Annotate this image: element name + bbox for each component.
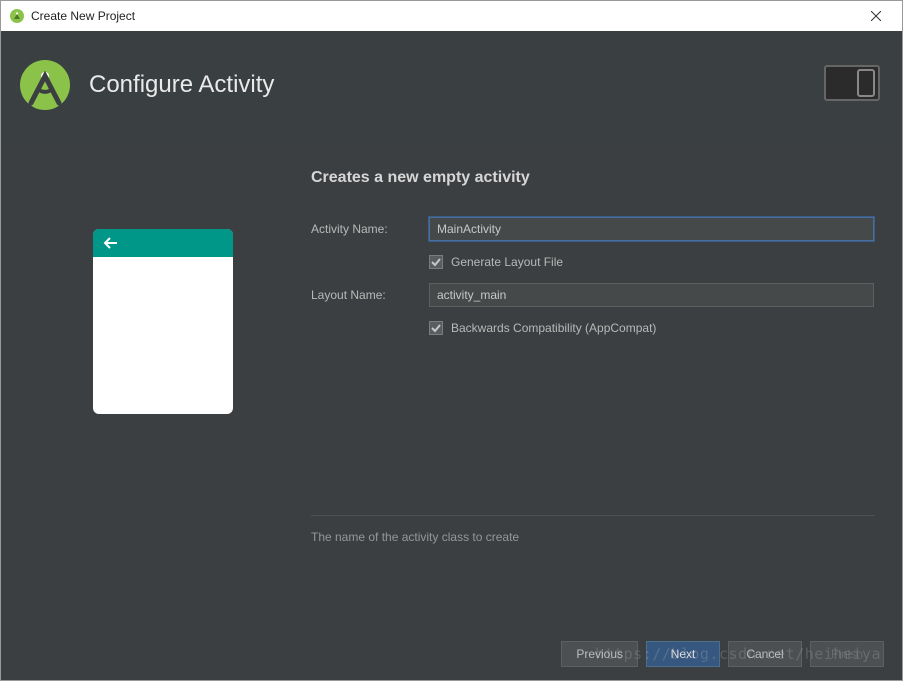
titlebar: Create New Project [1, 1, 902, 31]
check-icon [431, 323, 441, 333]
window-title: Create New Project [31, 9, 853, 23]
previous-button[interactable]: Previous [561, 641, 638, 667]
activity-name-label: Activity Name: [311, 222, 429, 236]
layout-name-label: Layout Name: [311, 288, 429, 302]
preview-appbar [93, 229, 233, 257]
window-close-button[interactable] [853, 2, 898, 30]
help-text: The name of the activity class to create [311, 530, 874, 544]
activity-preview [93, 229, 233, 414]
wizard-footer: Previous Next Cancel Finish [1, 628, 902, 680]
next-button[interactable]: Next [646, 641, 720, 667]
finish-button: Finish [810, 641, 884, 667]
cancel-button[interactable]: Cancel [728, 641, 802, 667]
close-icon [871, 11, 881, 21]
backwards-compat-checkbox[interactable] [429, 321, 443, 335]
check-icon [431, 257, 441, 267]
device-icon [824, 65, 880, 106]
layout-name-input[interactable] [429, 283, 874, 307]
app-icon [9, 8, 25, 24]
page-title: Configure Activity [89, 71, 824, 99]
android-studio-logo-icon [19, 59, 71, 111]
generate-layout-label: Generate Layout File [451, 255, 563, 269]
divider [311, 515, 874, 516]
section-title: Creates a new empty activity [311, 169, 874, 187]
wizard-header: Configure Activity [1, 31, 902, 139]
backwards-compat-label: Backwards Compatibility (AppCompat) [451, 321, 656, 335]
activity-name-input[interactable] [429, 217, 874, 241]
generate-layout-checkbox[interactable] [429, 255, 443, 269]
back-arrow-icon [103, 237, 119, 249]
